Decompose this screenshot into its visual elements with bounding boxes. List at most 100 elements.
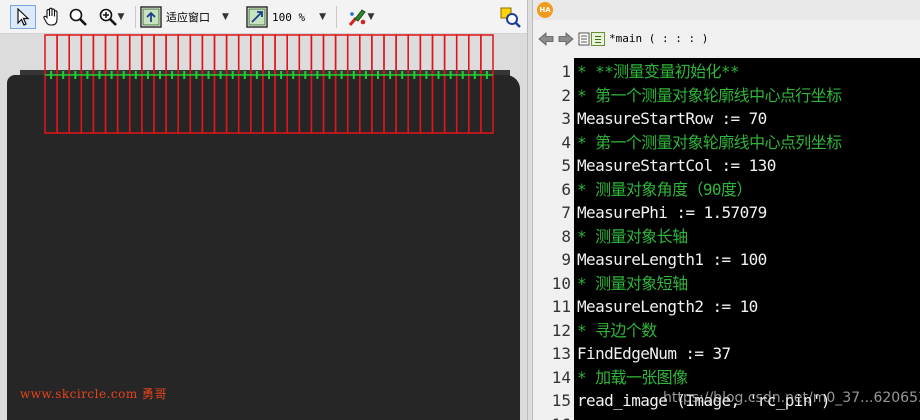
arrow-left-icon	[538, 32, 554, 46]
code-comment-line[interactable]: * 测量对象角度（90度）	[577, 178, 752, 202]
line-number: 7	[561, 203, 571, 222]
halcon-app-icon: HA	[537, 2, 553, 18]
code-comment-line[interactable]: * 第一个测量对象轮廓线中心点列坐标	[577, 131, 842, 155]
inspect-tool-button[interactable]	[498, 5, 522, 29]
measure-rectangle	[92, 34, 107, 134]
line-number: 8	[561, 226, 571, 246]
measure-rectangle	[129, 34, 143, 134]
arrow-right-icon	[558, 32, 574, 46]
pointer-tool-button[interactable]	[10, 5, 36, 29]
measure-rectangle	[213, 34, 228, 134]
measure-rectangle	[407, 34, 422, 134]
procedure-menu-button[interactable]	[577, 29, 591, 49]
zoom-in-dropdown[interactable]: ▼	[92, 5, 130, 29]
line-number: 9	[561, 250, 571, 269]
measure-rectangle	[237, 34, 252, 134]
code-line[interactable]: MeasureLength1 := 100	[577, 248, 767, 272]
measure-rectangle	[346, 34, 361, 134]
fit-window-dropdown[interactable]: 适应窗口 ▼	[140, 5, 240, 29]
code-comment-line[interactable]: * 第一个测量对象轮廓线中心点行坐标	[577, 84, 842, 108]
line-number: 6	[561, 179, 571, 199]
measure-rectangle	[371, 34, 385, 134]
measure-rectangle	[56, 34, 70, 134]
measure-rectangle	[431, 34, 446, 134]
measure-rectangle	[383, 34, 397, 134]
measure-rectangle	[419, 34, 434, 134]
procedure-selector[interactable]: *main ( : : : )	[591, 28, 741, 49]
code-comment-line[interactable]: * **测量变量初始化**	[577, 60, 740, 84]
measure-rectangle	[443, 34, 458, 134]
procedure-icon	[591, 31, 605, 46]
measure-rectangle	[455, 34, 470, 134]
graphics-toolbar: ▼ 适应窗口 ▼ 100 % ▼ ▼	[0, 0, 527, 34]
code-comment-line[interactable]: * 寻边个数	[577, 319, 657, 343]
fit-window-label: 适应窗口	[166, 11, 210, 24]
zoom-image-icon	[246, 6, 268, 28]
measure-rectangle	[322, 34, 337, 134]
measure-rectangle	[141, 34, 155, 134]
program-window: HA *main ( : : : ) 1 * **测量变量初始化** 2 * 第一个测…	[533, 0, 920, 420]
program-editor[interactable]: 1 * **测量变量初始化** 2 * 第一个测量对象轮廓线中心点行坐标 3 Measur…	[533, 58, 920, 420]
measure-rectangle	[189, 34, 204, 134]
measure-rectangles-overlay	[44, 34, 494, 134]
procedure-selector-label: *main ( : : : )	[609, 32, 709, 45]
zoom-level-dropdown[interactable]: 100 % ▼	[246, 5, 332, 29]
inspect-icon	[500, 7, 521, 28]
toolbar-divider	[336, 6, 337, 28]
forward-button[interactable]	[557, 29, 575, 49]
code-line[interactable]: FindEdgeNum := 37	[577, 342, 731, 366]
line-number: 15	[551, 391, 571, 410]
code-comment-line[interactable]: * 测量对象长轴	[577, 225, 688, 249]
measure-rectangle	[165, 34, 179, 134]
measure-rectangle	[334, 34, 349, 134]
measure-rectangle	[153, 34, 167, 134]
code-comment-line[interactable]: * 加载一张图像	[577, 366, 688, 390]
line-number: 16	[533, 413, 574, 420]
line-number: 13	[551, 344, 571, 363]
program-window-titlebar: HA	[533, 0, 920, 20]
line-number: 2	[561, 85, 571, 105]
chevron-down-icon: ▼	[222, 12, 229, 22]
measure-rectangle	[116, 34, 131, 134]
watermark-text: www.skcircle.com 勇哥	[20, 387, 168, 401]
measure-rectangle	[310, 34, 325, 134]
graphics-window: ▼ 适应窗口 ▼ 100 % ▼ ▼ www.skcircle.com 勇哥	[0, 0, 527, 420]
back-button[interactable]	[537, 29, 555, 49]
zoom-tool-button[interactable]	[66, 5, 90, 29]
code-line[interactable]: MeasurePhi := 1.57079	[577, 201, 767, 225]
chevron-down-icon: ▼	[367, 12, 375, 22]
chevron-down-icon: ▼	[319, 12, 327, 22]
line-number: 12	[551, 320, 571, 340]
line-number: 3	[561, 109, 571, 128]
image-canvas[interactable]: www.skcircle.com 勇哥	[0, 34, 527, 420]
fit-window-icon	[140, 6, 162, 28]
measure-rectangle	[359, 34, 373, 134]
measure-rectangle	[262, 34, 276, 134]
measure-rectangle	[395, 34, 409, 134]
measure-rectangle	[44, 34, 58, 134]
chevron-down-icon: ▼	[117, 12, 125, 22]
pan-tool-button[interactable]	[38, 5, 64, 29]
measure-rectangle	[68, 34, 83, 134]
code-line[interactable]: MeasureStartCol := 130	[577, 154, 776, 178]
watermark-url: https://blog.csdn.net/m0_37...620653	[663, 390, 920, 406]
draw-settings-dropdown[interactable]: ▼	[340, 5, 380, 29]
zoom-in-icon	[99, 8, 117, 26]
line-number: 10	[551, 273, 571, 293]
measure-rectangle	[468, 34, 482, 134]
code-line[interactable]: MeasureLength2 := 10	[577, 295, 758, 319]
measure-rectangle	[286, 34, 301, 134]
measure-rectangle	[274, 34, 288, 134]
code-line[interactable]: MeasureStartRow := 70	[577, 107, 767, 131]
line-number: 14	[551, 367, 571, 387]
line-number: 11	[551, 297, 571, 316]
line-number: 4	[561, 132, 571, 152]
magnifier-icon	[69, 8, 87, 26]
toolbar-divider	[135, 6, 136, 28]
measure-rectangle	[225, 34, 240, 134]
list-icon	[578, 32, 590, 46]
measure-rectangle	[298, 34, 313, 134]
code-comment-line[interactable]: * 测量对象短轴	[577, 272, 688, 296]
line-number: 1	[561, 62, 571, 81]
line-number: 5	[561, 156, 571, 175]
